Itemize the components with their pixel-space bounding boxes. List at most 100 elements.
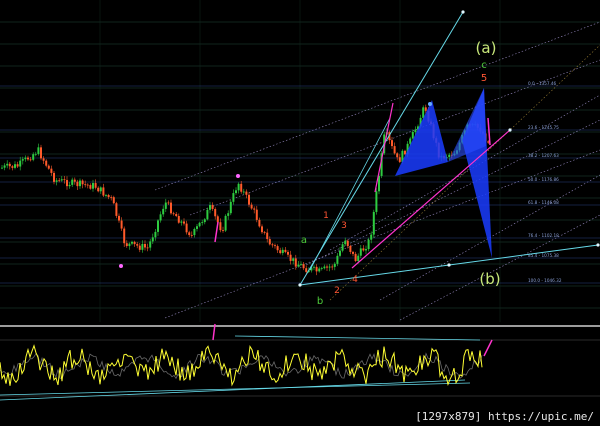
candle-body (3, 165, 6, 168)
candle-body (268, 239, 271, 245)
wave-label: b (317, 296, 323, 307)
candle-body (313, 266, 315, 268)
candle-body (172, 213, 175, 215)
candle-body (219, 222, 222, 231)
wave-marker (119, 264, 123, 268)
candle-body (370, 234, 373, 240)
candle-body (344, 240, 347, 245)
candle-body (276, 246, 279, 251)
candle-body (6, 163, 9, 166)
candle-body (188, 232, 191, 236)
candle-body (201, 222, 204, 223)
candle-body (253, 208, 256, 210)
candle-body (203, 219, 206, 223)
candle-body (97, 187, 100, 192)
candle-body (151, 237, 154, 242)
fib-label: 23.6 - 1245.75 (528, 125, 559, 130)
candle-body (141, 243, 144, 250)
candle-body (320, 268, 323, 269)
candle-body (255, 209, 258, 220)
candle-body (248, 194, 250, 205)
candle-body (206, 209, 209, 220)
candle-body (84, 184, 87, 186)
candle-body (133, 241, 136, 245)
candle-body (58, 180, 61, 182)
candle-body (193, 228, 196, 236)
candle-body (136, 244, 139, 246)
trendline-anchor (508, 128, 512, 132)
candle-body (346, 240, 349, 246)
candle-body (29, 159, 32, 161)
candle-body (411, 132, 414, 139)
candle-body (339, 250, 341, 256)
wave-marker (428, 102, 432, 106)
candle-body (162, 208, 165, 215)
wave-label: 1 (323, 211, 329, 221)
candle-body (274, 245, 276, 247)
candle-body (227, 213, 230, 216)
candle-body (263, 232, 266, 233)
candle-body (393, 146, 396, 154)
candle-body (300, 264, 302, 265)
candle-body (224, 215, 227, 231)
candle-body (40, 147, 42, 159)
candle-body (222, 230, 224, 231)
wave-marker (236, 174, 240, 178)
candle-body (289, 254, 292, 261)
candle-body (24, 157, 27, 160)
wave-label: (a) (476, 39, 497, 57)
candle-body (110, 197, 113, 198)
trendline-anchor (596, 243, 600, 247)
candle-body (50, 168, 53, 173)
candle-body (185, 223, 188, 233)
candle-body (144, 243, 146, 248)
candle-body (359, 248, 362, 256)
candle-body (305, 268, 308, 272)
candle-body (315, 266, 318, 272)
candle-body (99, 187, 102, 192)
candle-body (294, 258, 297, 267)
candle-body (232, 193, 235, 202)
candle-body (396, 153, 399, 158)
candle-body (89, 185, 92, 189)
candle-body (237, 183, 240, 191)
candle-body (112, 197, 115, 204)
candle-body (164, 202, 167, 209)
candle-body (318, 268, 321, 272)
candle-body (250, 204, 253, 209)
candle-body (71, 179, 74, 185)
candle-body (266, 232, 269, 240)
candle-body (352, 251, 354, 254)
candle-body (79, 180, 81, 187)
candle-body (177, 216, 180, 223)
candle-body (281, 249, 284, 254)
candle-body (367, 239, 370, 250)
candle-body (154, 231, 157, 238)
candle-body (86, 184, 89, 186)
candle-body (11, 166, 14, 168)
wave-label: c (481, 60, 487, 71)
candle-body (68, 184, 71, 187)
candle-body (47, 165, 50, 169)
candle-body (242, 191, 245, 193)
candle-body (365, 249, 367, 251)
candle-body (170, 202, 172, 214)
price-chart: 0.0 - 1357.46 23.6 - 1245.75 38.2 - 1207.6… (0, 0, 600, 426)
candle-body (53, 172, 55, 182)
candle-body (398, 157, 401, 162)
wave-label: (b) (479, 270, 500, 288)
trendline-anchor (298, 283, 302, 287)
candle-body (118, 215, 120, 221)
candle-body (55, 180, 58, 182)
candle-body (16, 164, 19, 167)
wave-label: 2 (334, 286, 340, 296)
candle-body (409, 138, 412, 144)
candle-body (362, 248, 365, 251)
trendline-anchor (447, 263, 451, 267)
trendline-anchor (461, 10, 465, 14)
candle-body (45, 160, 48, 166)
wave-label: a (301, 235, 307, 246)
candle-body (229, 201, 232, 214)
candle-body (333, 263, 336, 267)
candle-body (76, 181, 79, 187)
